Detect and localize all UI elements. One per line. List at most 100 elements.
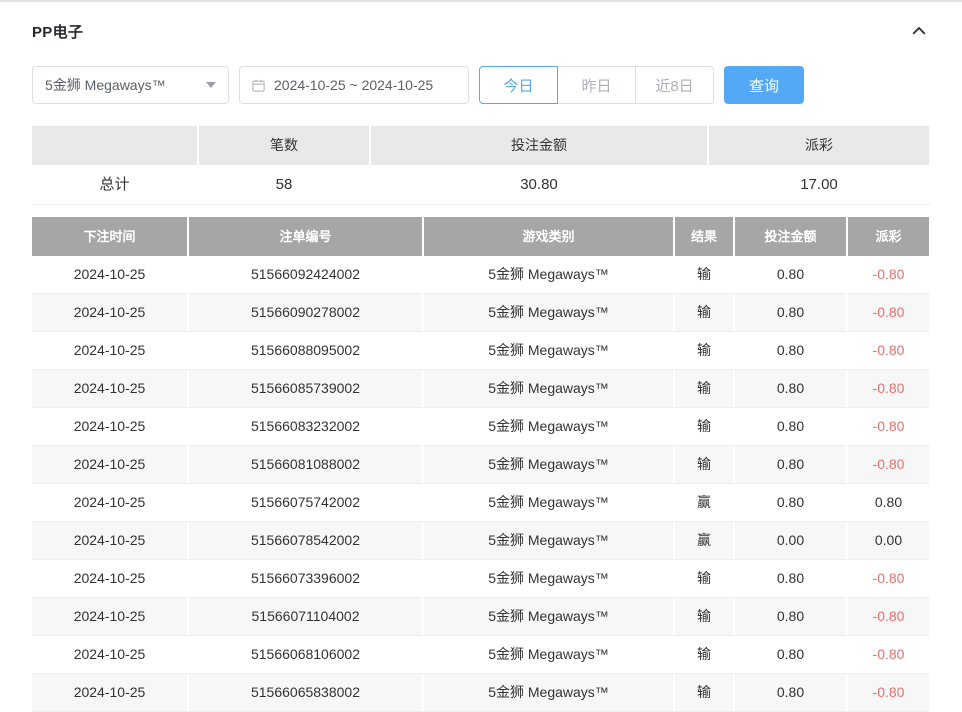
cell-bet-id: 51566081088002 [189,446,422,483]
calendar-icon [251,78,266,93]
summary-total-row: 总计 58 30.80 17.00 [32,165,930,205]
cell-bet-id: 51566088095002 [189,332,422,369]
cell-bet-amount: 0.80 [735,370,846,407]
cell-game-type: 5金狮 Megaways™ [424,522,673,559]
yesterday-button[interactable]: 昨日 [557,66,636,104]
table-row: 2024-10-25 51566092424002 5金狮 Megaways™ … [32,256,930,294]
last-8-days-button[interactable]: 近8日 [635,66,714,104]
col-game-type: 游戏类别 [424,217,673,256]
table-row: 2024-10-25 51566075742002 5金狮 Megaways™ … [32,484,930,522]
game-select[interactable]: 5金狮 Megaways™ [32,66,229,104]
bets-table: 下注时间 注单编号 游戏类别 结果 投注金额 派彩 2024-10-25 515… [32,217,930,712]
cell-bet-time: 2024-10-25 [32,408,187,445]
bets-table-body: 2024-10-25 51566092424002 5金狮 Megaways™ … [32,256,930,712]
cell-result: 输 [675,332,733,369]
cell-payout: -0.80 [848,560,929,597]
table-row: 2024-10-25 51566073396002 5金狮 Megaways™ … [32,560,930,598]
col-bet-amount: 投注金额 [735,217,846,256]
cell-result: 赢 [675,522,733,559]
date-range-value: 2024-10-25 ~ 2024-10-25 [274,77,433,93]
cell-result: 输 [675,294,733,331]
quick-date-button-group: 今日 昨日 近8日 [479,66,714,104]
cell-payout: 0.00 [848,522,929,559]
table-row: 2024-10-25 51566088095002 5金狮 Megaways™ … [32,332,930,370]
cell-game-type: 5金狮 Megaways™ [424,636,673,673]
cell-game-type: 5金狮 Megaways™ [424,598,673,635]
cell-game-type: 5金狮 Megaways™ [424,408,673,445]
cell-bet-amount: 0.80 [735,332,846,369]
cell-payout: -0.80 [848,446,929,483]
cell-bet-id: 51566085739002 [189,370,422,407]
collapse-chevron-up-icon[interactable] [908,20,930,42]
cell-bet-amount: 0.00 [735,522,846,559]
cell-payout: -0.80 [848,636,929,673]
cell-bet-id: 51566068106002 [189,636,422,673]
chevron-down-icon [206,82,216,88]
cell-bet-id: 51566090278002 [189,294,422,331]
table-row: 2024-10-25 51566078542002 5金狮 Megaways™ … [32,522,930,560]
cell-bet-time: 2024-10-25 [32,560,187,597]
cell-bet-time: 2024-10-25 [32,294,187,331]
summary-table: 笔数 投注金额 派彩 总计 58 30.80 17.00 [32,126,930,205]
summary-header-bet-amount: 投注金额 [371,126,707,165]
search-button[interactable]: 查询 [724,66,804,104]
cell-payout: -0.80 [848,598,929,635]
cell-bet-id: 51566071104002 [189,598,422,635]
cell-result: 输 [675,446,733,483]
cell-result: 输 [675,256,733,293]
table-row: 2024-10-25 51566090278002 5金狮 Megaways™ … [32,294,930,332]
cell-result: 赢 [675,484,733,521]
table-row: 2024-10-25 51566083232002 5金狮 Megaways™ … [32,408,930,446]
cell-result: 输 [675,560,733,597]
cell-result: 输 [675,674,733,711]
cell-bet-amount: 0.80 [735,560,846,597]
cell-payout: -0.80 [848,408,929,445]
pp-electronics-panel: PP电子 5金狮 Megaways™ 2024-10-25 ~ 2024-10-… [0,18,962,712]
cell-game-type: 5金狮 Megaways™ [424,560,673,597]
cell-bet-time: 2024-10-25 [32,522,187,559]
cell-bet-amount: 0.80 [735,256,846,293]
cell-bet-time: 2024-10-25 [32,674,187,711]
cell-bet-amount: 0.80 [735,484,846,521]
cell-payout: -0.80 [848,674,929,711]
summary-header-payout: 派彩 [709,126,929,165]
summary-total-count: 58 [199,165,369,204]
cell-bet-id: 51566073396002 [189,560,422,597]
cell-game-type: 5金狮 Megaways™ [424,370,673,407]
col-bet-time: 下注时间 [32,217,187,256]
table-row: 2024-10-25 51566065838002 5金狮 Megaways™ … [32,674,930,712]
cell-bet-time: 2024-10-25 [32,332,187,369]
bets-table-header: 下注时间 注单编号 游戏类别 结果 投注金额 派彩 [32,217,930,256]
cell-bet-id: 51566065838002 [189,674,422,711]
cell-payout: -0.80 [848,370,929,407]
page-title: PP电子 [32,21,83,42]
cell-payout: -0.80 [848,256,929,293]
summary-header-row: 笔数 投注金额 派彩 [32,126,930,165]
cell-bet-id: 51566083232002 [189,408,422,445]
col-result: 结果 [675,217,733,256]
cell-bet-amount: 0.80 [735,408,846,445]
panel-header: PP电子 [32,18,930,44]
cell-bet-amount: 0.80 [735,636,846,673]
col-bet-id: 注单编号 [189,217,422,256]
cell-payout: -0.80 [848,332,929,369]
cell-result: 输 [675,370,733,407]
table-row: 2024-10-25 51566071104002 5金狮 Megaways™ … [32,598,930,636]
game-select-value: 5金狮 Megaways™ [45,75,166,95]
cell-bet-amount: 0.80 [735,294,846,331]
summary-total-label: 总计 [32,165,197,204]
cell-result: 输 [675,598,733,635]
table-row: 2024-10-25 51566081088002 5金狮 Megaways™ … [32,446,930,484]
cell-bet-id: 51566092424002 [189,256,422,293]
cell-result: 输 [675,408,733,445]
cell-bet-time: 2024-10-25 [32,446,187,483]
today-button[interactable]: 今日 [479,66,558,104]
cell-bet-time: 2024-10-25 [32,598,187,635]
summary-header-count: 笔数 [199,126,369,165]
cell-bet-time: 2024-10-25 [32,484,187,521]
cell-result: 输 [675,636,733,673]
summary-header-empty [32,126,197,165]
table-row: 2024-10-25 51566068106002 5金狮 Megaways™ … [32,636,930,674]
col-payout: 派彩 [848,217,929,256]
date-range-input[interactable]: 2024-10-25 ~ 2024-10-25 [239,66,469,104]
